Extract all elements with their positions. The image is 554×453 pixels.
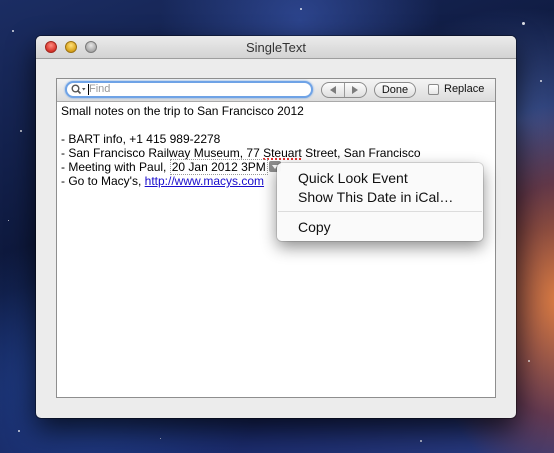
replace-label[interactable]: Replace — [444, 83, 484, 95]
menu-item-quick-look-event[interactable]: Quick Look Event — [298, 169, 408, 187]
text-run: - San Francisco Railway Museum, 77 — [61, 146, 264, 160]
find-previous-button[interactable] — [322, 83, 345, 97]
menu-item-show-date-in-ical[interactable]: Show This Date in iCal… — [298, 188, 453, 206]
menu-item-copy[interactable]: Copy — [298, 218, 331, 236]
context-menu: Quick Look Event Show This Date in iCal…… — [277, 163, 483, 241]
window-title: SingleText — [246, 40, 306, 55]
macys-link[interactable]: http://www.macys.com — [145, 174, 264, 188]
arrow-right-icon — [352, 86, 358, 94]
text-line: Small notes on the trip to San Francisco… — [61, 104, 304, 118]
find-bar: Find Done Replace — [57, 79, 495, 102]
find-placeholder: Find — [89, 83, 111, 95]
misspelled-word[interactable]: Steuart — [263, 146, 302, 160]
detected-date[interactable]: 20 Jan 2012 3PM — [169, 159, 268, 175]
arrow-left-icon — [330, 86, 336, 94]
search-icon[interactable] — [71, 84, 86, 96]
text-line: - BART info, +1 415 989-2278 — [61, 132, 221, 146]
find-search-field[interactable]: Find — [65, 81, 313, 98]
text-run: - Go to Macy's, — [61, 174, 145, 188]
text-run: - Meeting with Paul, — [61, 160, 170, 174]
title-bar[interactable]: SingleText — [36, 36, 516, 59]
text-line: - San Francisco Railway Museum, 77 Steua… — [61, 146, 491, 160]
menu-separator — [278, 211, 482, 212]
find-next-button[interactable] — [344, 83, 366, 97]
replace-checkbox[interactable] — [428, 84, 439, 95]
done-button[interactable]: Done — [374, 82, 416, 98]
text-run: Street, San Francisco — [301, 146, 421, 160]
find-navigation-segmented-control — [321, 82, 367, 98]
